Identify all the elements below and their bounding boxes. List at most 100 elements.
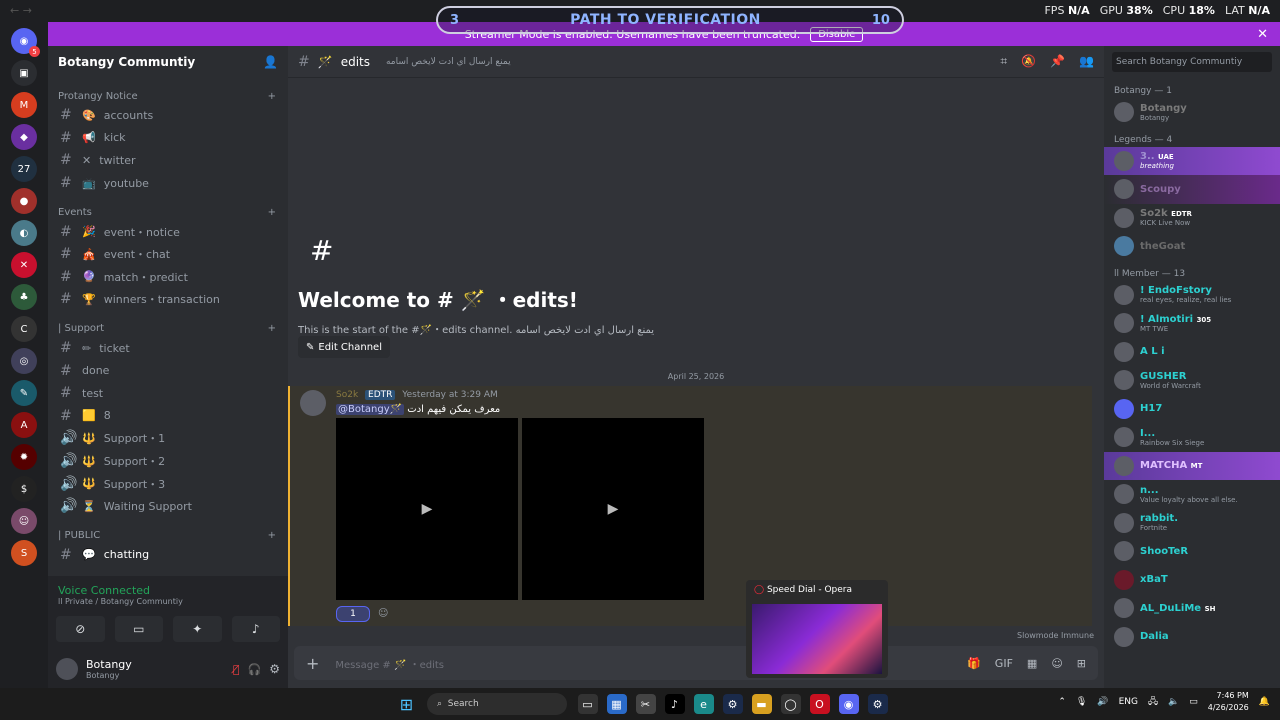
add-member-icon[interactable]: 👤 bbox=[263, 55, 278, 69]
server-icon[interactable]: M bbox=[11, 92, 37, 118]
windows-start-icon[interactable]: ⊞ bbox=[397, 694, 417, 714]
member-item[interactable]: 3.. UAE breathing bbox=[1104, 146, 1280, 175]
server-header[interactable]: Botangy Communtiy 👤 bbox=[48, 46, 288, 78]
server-icon[interactable]: ▣ bbox=[11, 60, 37, 86]
channel-ticket[interactable]: # ✏ ticket bbox=[48, 337, 288, 360]
opera-icon[interactable]: O bbox=[809, 694, 830, 714]
activities-icon[interactable]: ✦ bbox=[173, 616, 222, 642]
member-item[interactable]: MATCHA MT bbox=[1104, 451, 1280, 480]
server-icon[interactable]: S bbox=[11, 540, 37, 566]
snipping-icon[interactable]: ✂ bbox=[635, 694, 656, 714]
channel-kick[interactable]: # 📢 kick bbox=[48, 127, 288, 150]
channel-8[interactable]: # 🟨 8 bbox=[48, 405, 288, 428]
member-item[interactable]: Botangy Botangy bbox=[1104, 98, 1280, 127]
member-item[interactable]: GUSHER World of Warcraft bbox=[1104, 366, 1280, 395]
server-icon[interactable]: $ bbox=[11, 476, 37, 502]
language-indicator[interactable]: ENG bbox=[1119, 697, 1138, 707]
clock[interactable]: 7:46 PM 4/26/2026 bbox=[1208, 690, 1249, 714]
voice-channel-support-2[interactable]: 🔊 🔱 Support・2 bbox=[48, 450, 288, 473]
notification-bell-icon[interactable]: 🔔 bbox=[1259, 697, 1270, 707]
voice-location[interactable]: ll Private / Botangy Communtiy bbox=[48, 597, 288, 606]
discord-home-icon[interactable]: ◉ 5 bbox=[11, 28, 40, 57]
channel-accounts[interactable]: # 🎨 accounts bbox=[48, 104, 288, 127]
video-attachment[interactable]: ▶ bbox=[522, 418, 704, 600]
gif-icon[interactable]: GIF bbox=[995, 657, 1013, 670]
speaker-icon[interactable]: 🔊 bbox=[1097, 697, 1108, 707]
add-attachment-icon[interactable]: + bbox=[306, 654, 319, 673]
message-composer[interactable]: + Message # 🪄 ・edits 🎁 GIF ▦ ☺ ⊞ bbox=[294, 646, 1098, 680]
members-icon[interactable]: 👥 bbox=[1079, 54, 1094, 69]
task-view-icon[interactable]: ▭ bbox=[577, 694, 598, 714]
member-item[interactable]: n... Value loyalty above all else. bbox=[1104, 480, 1280, 509]
member-item[interactable]: Scoupy bbox=[1104, 175, 1280, 204]
sticker-icon[interactable]: ▦ bbox=[1027, 657, 1037, 670]
add-channel-icon[interactable]: + bbox=[268, 323, 276, 334]
member-item[interactable]: H17 bbox=[1104, 395, 1280, 424]
play-icon[interactable]: ▶ bbox=[422, 501, 433, 517]
member-item[interactable]: Dalia bbox=[1104, 623, 1280, 652]
add-channel-icon[interactable]: + bbox=[268, 530, 276, 541]
add-channel-icon[interactable]: + bbox=[268, 91, 276, 102]
taskbar-preview-popup[interactable]: ◯ Speed Dial - Opera bbox=[746, 580, 888, 678]
category-header[interactable]: Events + bbox=[48, 204, 288, 220]
edit-channel-button[interactable]: ✎ Edit Channel bbox=[298, 336, 390, 358]
play-icon[interactable]: ▶ bbox=[608, 501, 619, 517]
opera-gx-icon[interactable]: ◯ bbox=[780, 694, 801, 714]
server-icon[interactable]: ◎ bbox=[11, 348, 37, 374]
mute-icon[interactable]: 🔕 bbox=[1021, 54, 1036, 69]
member-item[interactable]: xBaT bbox=[1104, 566, 1280, 595]
server-icon[interactable]: ◆ bbox=[11, 124, 37, 150]
channel-done[interactable]: # done bbox=[48, 359, 288, 382]
channel-event-notice[interactable]: # 🎉 event・notice bbox=[48, 220, 288, 243]
add-channel-icon[interactable]: + bbox=[268, 207, 276, 218]
category-header[interactable]: | PUBLIC + bbox=[48, 528, 288, 544]
member-item[interactable]: ShooTeR bbox=[1104, 537, 1280, 566]
message-input[interactable]: Message # 🪄 ・edits bbox=[335, 656, 444, 671]
message-author[interactable]: So2k bbox=[336, 390, 358, 400]
path-to-verification-pill[interactable]: 3 PATH TO VERIFICATION 10 bbox=[436, 6, 904, 34]
emoji-icon[interactable]: ☺ bbox=[1051, 657, 1062, 670]
channel-event-chat[interactable]: # 🎪 event・chat bbox=[48, 243, 288, 266]
gift-icon[interactable]: 🎁 bbox=[967, 657, 981, 670]
file-explorer-icon[interactable]: ▬ bbox=[751, 694, 772, 714]
close-icon[interactable]: ✕ bbox=[1257, 27, 1268, 42]
discord-icon[interactable]: ◉ bbox=[838, 694, 859, 714]
tiktok-icon[interactable]: ♪ bbox=[664, 694, 685, 714]
settings-gear-icon[interactable]: ⚙ bbox=[269, 662, 280, 676]
search-input[interactable]: Search Botangy Communtiy bbox=[1112, 52, 1272, 72]
window-thumbnail[interactable] bbox=[752, 604, 882, 674]
mute-icon[interactable]: 🎙̸ bbox=[233, 663, 240, 676]
member-item[interactable]: I... Rainbow Six Siege bbox=[1104, 423, 1280, 452]
channel-chatting[interactable]: # 💬 chatting bbox=[48, 544, 288, 567]
screen-share-icon[interactable]: ▭ bbox=[114, 616, 163, 642]
battery-icon[interactable]: ▭ bbox=[1189, 697, 1198, 707]
network-icon[interactable]: 🖧 bbox=[1148, 694, 1158, 710]
server-icon[interactable]: C bbox=[11, 316, 37, 342]
server-icon[interactable]: ◐ bbox=[11, 220, 37, 246]
server-icon[interactable]: ☺ bbox=[11, 508, 37, 534]
channel-match-predict[interactable]: # 🔮 match・predict bbox=[48, 266, 288, 289]
edge-icon[interactable]: e bbox=[693, 694, 714, 714]
member-item[interactable]: rabbit. Fortnite bbox=[1104, 509, 1280, 538]
member-item[interactable]: ! Almotiri 305 MT TWE bbox=[1104, 309, 1280, 338]
server-icon[interactable]: ♣ bbox=[11, 284, 37, 310]
server-icon[interactable]: ✹ bbox=[11, 444, 37, 470]
server-icon[interactable]: ✎ bbox=[11, 380, 37, 406]
member-item[interactable]: A L i bbox=[1104, 338, 1280, 367]
member-item[interactable]: AL_DuLiMe SH bbox=[1104, 594, 1280, 623]
voice-channel-waiting-support[interactable]: 🔊 ⏳ Waiting Support bbox=[48, 495, 288, 518]
deafen-icon[interactable]: 🎧 bbox=[248, 663, 262, 676]
mention[interactable]: @Botangy🪄 bbox=[336, 404, 405, 415]
volume-icon[interactable]: 🔈 bbox=[1168, 697, 1179, 707]
nav-arrows[interactable]: ← → bbox=[10, 4, 32, 17]
avatar[interactable] bbox=[56, 658, 78, 680]
channel-youtube[interactable]: # 📺 youtube bbox=[48, 172, 288, 195]
category-header[interactable]: | Support + bbox=[48, 321, 288, 337]
server-icon[interactable]: ✕ bbox=[11, 252, 37, 278]
avatar[interactable] bbox=[300, 390, 326, 416]
store-icon[interactable]: ▦ bbox=[606, 694, 627, 714]
voice-channel-support-3[interactable]: 🔊 🔱 Support・3 bbox=[48, 472, 288, 495]
category-header[interactable]: Protangy Notice + bbox=[48, 88, 288, 104]
mic-icon[interactable]: 🎙 bbox=[1076, 697, 1087, 707]
channel-winners[interactable]: # 🏆 winners・transaction bbox=[48, 288, 288, 311]
